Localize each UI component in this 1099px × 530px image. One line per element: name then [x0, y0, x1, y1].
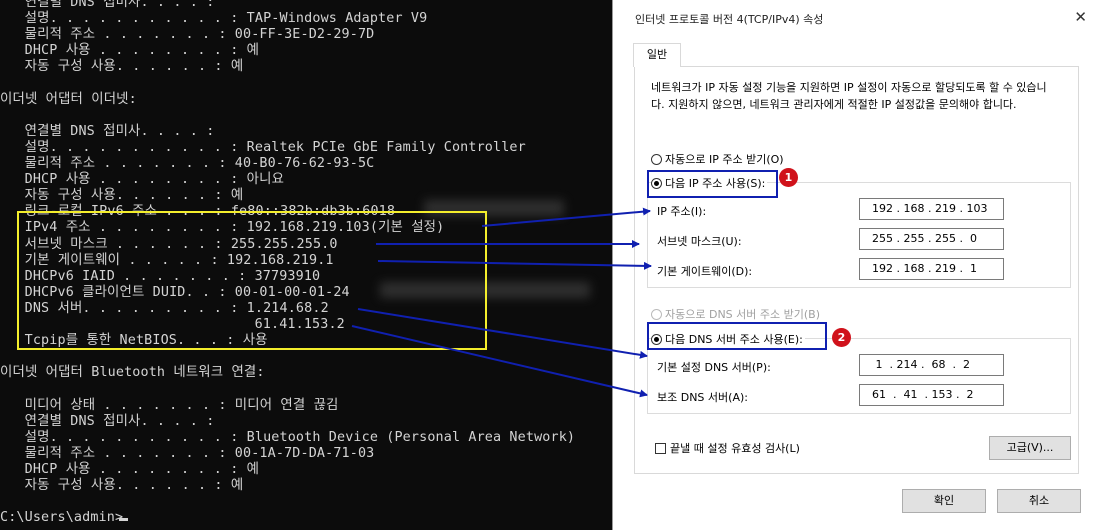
preferred-dns-input[interactable]: 1 . 214 . 68 . 2 — [859, 354, 1004, 376]
dns1-label: 기본 설정 DNS 서버(P): — [657, 361, 771, 374]
checkbox-icon — [655, 443, 666, 454]
validate-option[interactable]: 끝낼 때 설정 유효성 검사(L) — [655, 440, 800, 456]
console-line: DHCP 사용 . . . . . . . . : 예 — [0, 461, 260, 477]
manual-ip-highlight-box — [647, 170, 778, 198]
auto-dns-option[interactable]: 자동으로 DNS 서버 주소 받기(B) — [651, 306, 820, 322]
tab-general[interactable]: 일반 — [633, 43, 681, 67]
radio-icon — [651, 309, 662, 320]
gateway-input[interactable]: 192 . 168 . 219 . 1 — [859, 258, 1004, 280]
console-line: 미디어 상태 . . . . . . . : 미디어 연결 끊김 — [0, 397, 339, 413]
console-line: 이더넷 어댑터 Bluetooth 네트워크 연결: — [0, 365, 265, 381]
ok-button[interactable]: 확인 — [902, 489, 986, 513]
auto-ip-label: 자동으로 IP 주소 받기(O) — [665, 153, 784, 166]
ip-address-input[interactable]: 192 . 168 . 219 . 103 — [859, 198, 1004, 220]
console-cursor — [119, 518, 128, 521]
console-line: 설명. . . . . . . . . . . : TAP-Windows Ad… — [0, 11, 428, 27]
command-prompt-window[interactable]: 연결별 DNS 접미사. . . . : 설명. . . . . . . . .… — [0, 0, 612, 530]
close-icon[interactable]: ✕ — [1074, 8, 1087, 26]
console-line: 설명. . . . . . . . . . . : Bluetooth Devi… — [0, 429, 576, 445]
dialog-title: 인터넷 프로토콜 버전 4(TCP/IPv4) 속성 — [635, 13, 824, 26]
radio-icon — [651, 154, 662, 165]
auto-ip-option[interactable]: 자동으로 IP 주소 받기(O) — [651, 151, 784, 167]
console-line: DHCP 사용 . . . . . . . . : 예 — [0, 43, 260, 59]
console-line: 물리적 주소 . . . . . . . : 00-FF-3E-D2-29-7D — [0, 27, 375, 43]
console-line: DHCP 사용 . . . . . . . . : 아니요 — [0, 172, 285, 188]
ipv4-properties-dialog: 인터넷 프로토콜 버전 4(TCP/IPv4) 속성 ✕ 일반 네트워크가 IP… — [612, 0, 1099, 530]
console-line: 자동 구성 사용. . . . . . : 예 — [0, 59, 244, 75]
validate-label: 끝낼 때 설정 유효성 검사(L) — [670, 442, 800, 455]
console-line: 물리적 주소 . . . . . . . : 40-B0-76-62-93-5C — [0, 156, 375, 171]
console-line: 연결별 DNS 접미사. . . . : — [0, 413, 215, 429]
alternate-dns-input[interactable]: 61 . 41 . 153 . 2 — [859, 384, 1004, 406]
console-line: 설명. . . . . . . . . . . : Realtek PCIe G… — [0, 139, 526, 155]
manual-dns-highlight-box — [647, 322, 827, 350]
advanced-button[interactable]: 고급(V)... — [989, 436, 1071, 460]
console-line: 자동 구성 사용. . . . . . : 예 — [0, 478, 244, 493]
auto-dns-label: 자동으로 DNS 서버 주소 받기(B) — [665, 308, 820, 321]
description-text: 네트워크가 IP 자동 설정 기능을 지원하면 IP 설정이 자동으로 할당되도… — [651, 81, 1047, 111]
console-line: 이더넷 어댑터 이더넷: — [0, 91, 137, 107]
step-1-badge: 1 — [779, 168, 798, 187]
cancel-button[interactable]: 취소 — [997, 489, 1081, 513]
console-line: C:\Users\admin> — [0, 510, 124, 526]
subnet-label: 서브넷 마스크(U): — [657, 235, 742, 248]
console-line: 자동 구성 사용. . . . . . : 예 — [0, 188, 244, 204]
dns2-label: 보조 DNS 서버(A): — [657, 391, 748, 404]
console-line: 연결별 DNS 접미사. . . . : — [0, 123, 215, 139]
gateway-label: 기본 게이트웨이(D): — [657, 265, 753, 278]
step-2-badge: 2 — [832, 328, 851, 347]
ip-label: IP 주소(I): — [657, 205, 707, 218]
ipv4-highlight-box — [17, 211, 487, 350]
console-line: 연결별 DNS 접미사. . . . : — [0, 0, 215, 10]
console-line: 물리적 주소 . . . . . . . : 00-1A-7D-DA-71-03 — [0, 445, 375, 461]
subnet-mask-input[interactable]: 255 . 255 . 255 . 0 — [859, 228, 1004, 250]
